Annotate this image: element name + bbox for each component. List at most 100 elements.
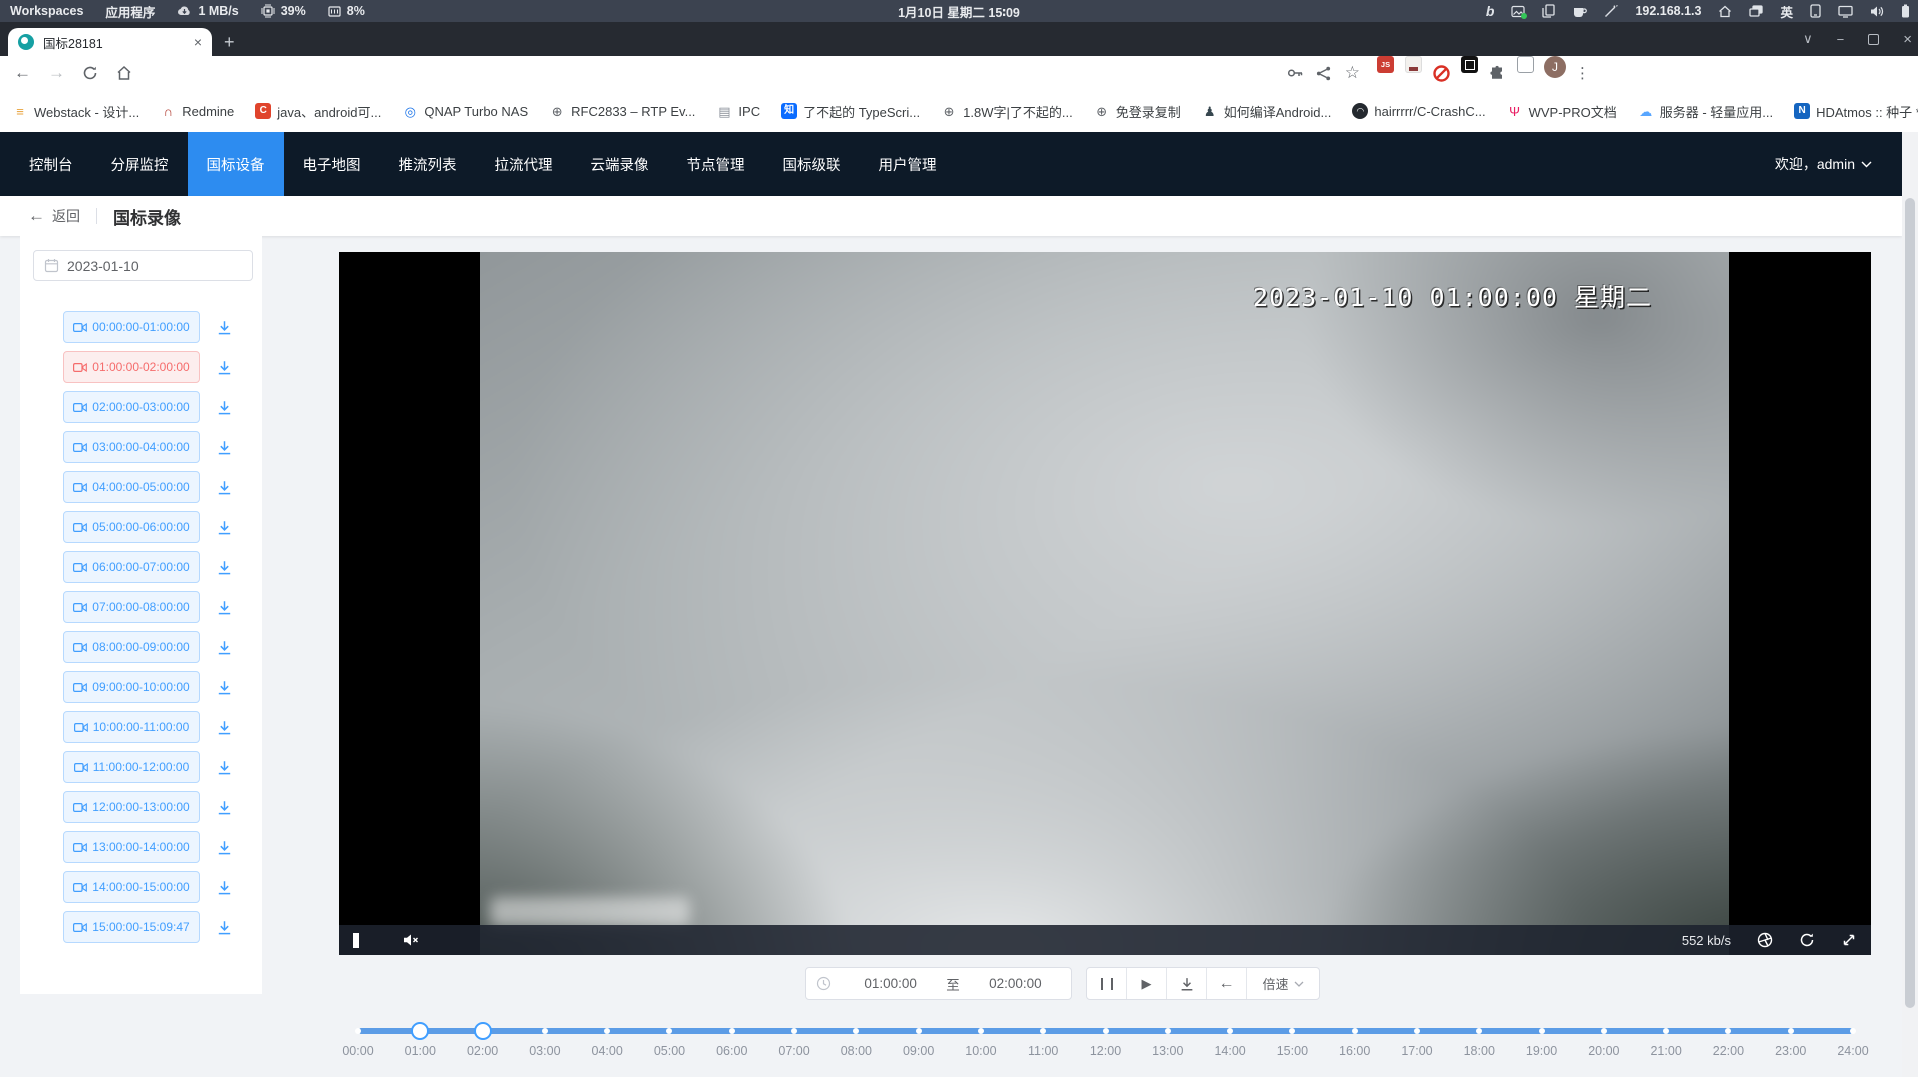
download-recording-button-4[interactable]: [216, 479, 233, 496]
recording-segment-8[interactable]: 08:00:00-09:00:00: [63, 631, 200, 663]
download-recording-button-13[interactable]: [216, 839, 233, 856]
clock[interactable]: 1月10日 星期二 15∶09: [898, 2, 1020, 21]
window-minimize-button[interactable]: −: [1837, 32, 1845, 47]
reload-icon[interactable]: [82, 56, 98, 90]
download-recording-button-3[interactable]: [216, 439, 233, 456]
scrollbar-thumb[interactable]: [1905, 198, 1915, 1008]
download-recording-button-0[interactable]: [216, 319, 233, 336]
recording-segment-13[interactable]: 13:00:00-14:00:00: [63, 831, 200, 863]
recording-segment-4[interactable]: 04:00:00-05:00:00: [63, 471, 200, 503]
bookmark-11[interactable]: ΨWVP-PRO文档: [1507, 102, 1617, 121]
recording-segment-11[interactable]: 11:00:00-12:00:00: [63, 751, 200, 783]
profile-avatar[interactable]: J: [1544, 56, 1566, 78]
back-button[interactable]: ← 返回: [28, 206, 80, 226]
bookmark-7[interactable]: ⊕1.8W字|了不起的...: [941, 102, 1073, 121]
bookmark-10[interactable]: ◠hairrrrr/C-CrashC...: [1352, 103, 1485, 119]
recording-segment-1-active[interactable]: 01:00:00-02:00:00: [63, 351, 200, 383]
snapshot-button[interactable]: [1757, 932, 1773, 948]
nav-tab-0[interactable]: 控制台: [10, 132, 92, 196]
fullscreen-button[interactable]: [1841, 932, 1857, 948]
bookmark-5[interactable]: ▤IPC: [716, 103, 760, 119]
recording-segment-6[interactable]: 06:00:00-07:00:00: [63, 551, 200, 583]
extension-js-icon[interactable]: JS: [1377, 56, 1394, 73]
speed-dropdown[interactable]: 倍速: [1247, 968, 1319, 999]
nav-tab-4[interactable]: 推流列表: [380, 132, 476, 196]
nav-tab-9[interactable]: 用户管理: [860, 132, 956, 196]
browser-menu-icon[interactable]: ⋮: [1575, 56, 1590, 90]
recording-segment-2[interactable]: 02:00:00-03:00:00: [63, 391, 200, 423]
recording-segment-5[interactable]: 05:00:00-06:00:00: [63, 511, 200, 543]
download-recording-button-6[interactable]: [216, 559, 233, 576]
home-button-icon[interactable]: [116, 56, 132, 90]
user-menu[interactable]: 欢迎，admin: [1775, 132, 1872, 196]
extension-blocker-icon[interactable]: [1433, 56, 1450, 90]
player-pause-button[interactable]: [353, 933, 359, 948]
bookmark-0[interactable]: ≡Webstack - 设计...: [12, 102, 139, 121]
download-recording-button-15[interactable]: [216, 919, 233, 936]
date-picker[interactable]: 2023-01-10: [33, 250, 253, 281]
bookmark-star-icon[interactable]: ☆: [1345, 56, 1360, 90]
play-button[interactable]: ▶: [1127, 968, 1167, 999]
nav-tab-2[interactable]: 国标设备: [188, 132, 284, 196]
extension-doc-icon[interactable]: [1405, 56, 1422, 73]
nav-tab-1[interactable]: 分屏监控: [92, 132, 188, 196]
end-time-value[interactable]: 02:00:00: [960, 976, 1071, 991]
share-icon[interactable]: [1315, 56, 1332, 90]
nav-tab-6[interactable]: 云端录像: [572, 132, 668, 196]
extension-frame-icon[interactable]: [1517, 56, 1534, 73]
nav-tab-7[interactable]: 节点管理: [668, 132, 764, 196]
bookmark-13[interactable]: NHDAtmos :: 种子 *...: [1794, 102, 1918, 121]
phone-icon[interactable]: [1810, 4, 1821, 18]
screenshot-icon[interactable]: [1511, 5, 1525, 18]
pause-button[interactable]: [1087, 968, 1127, 999]
forward-icon[interactable]: →: [48, 56, 65, 90]
layers-icon[interactable]: [1749, 5, 1763, 18]
tab-search-chevron-icon[interactable]: ∨: [1803, 31, 1813, 47]
volume-icon[interactable]: [1870, 5, 1884, 18]
download-recording-button-8[interactable]: [216, 639, 233, 656]
applications-button[interactable]: 应用程序: [105, 2, 155, 21]
download-recording-button-5[interactable]: [216, 519, 233, 536]
player-refresh-button[interactable]: [1799, 932, 1815, 948]
recording-segment-0[interactable]: 00:00:00-01:00:00: [63, 311, 200, 343]
recording-segment-10[interactable]: 10:00:00-11:00:00: [63, 711, 200, 743]
recording-segment-3[interactable]: 03:00:00-04:00:00: [63, 431, 200, 463]
bookmark-4[interactable]: ⊕RFC2833 – RTP Ev...: [549, 103, 695, 119]
time-range-input[interactable]: 01:00:00 至 02:00:00: [805, 967, 1072, 1000]
workspaces-button[interactable]: Workspaces: [10, 4, 83, 18]
recording-segment-12[interactable]: 12:00:00-13:00:00: [63, 791, 200, 823]
bing-icon[interactable]: b: [1486, 3, 1495, 19]
download-recording-button-9[interactable]: [216, 679, 233, 696]
recording-segment-15[interactable]: 15:00:00-15:09:47: [63, 911, 200, 943]
bookmark-3[interactable]: ◎QNAP Turbo NAS: [402, 103, 528, 119]
download-recording-button-12[interactable]: [216, 799, 233, 816]
download-recording-button-11[interactable]: [216, 759, 233, 776]
start-time-value[interactable]: 01:00:00: [835, 976, 946, 991]
player-mute-button[interactable]: [403, 933, 421, 947]
coffee-icon[interactable]: [1572, 5, 1587, 18]
download-button[interactable]: [1167, 968, 1207, 999]
extensions-puzzle-icon[interactable]: [1489, 56, 1506, 90]
bookmark-8[interactable]: ⊕免登录复制: [1094, 102, 1181, 121]
tab-close-button[interactable]: ×: [194, 35, 202, 49]
nav-tab-3[interactable]: 电子地图: [284, 132, 380, 196]
bookmark-1[interactable]: ∩Redmine: [160, 103, 234, 119]
pen-icon[interactable]: [1604, 4, 1618, 18]
back-icon[interactable]: ←: [14, 56, 31, 90]
bookmark-9[interactable]: ♟如何编译Android...: [1202, 102, 1332, 121]
extension-dark-icon[interactable]: [1461, 56, 1478, 73]
password-key-icon[interactable]: [1286, 56, 1304, 90]
seek-back-button[interactable]: ←: [1207, 968, 1247, 999]
download-recording-button-14[interactable]: [216, 879, 233, 896]
video-player[interactable]: 2023-01-10 01:00:00 星期二 552 kb/s: [339, 252, 1871, 955]
browser-tab[interactable]: 国标28181 ×: [8, 28, 212, 56]
nav-tab-8[interactable]: 国标级联: [764, 132, 860, 196]
keyboard-language-indicator[interactable]: 英: [1780, 2, 1793, 21]
nav-tab-5[interactable]: 拉流代理: [476, 132, 572, 196]
ip-address[interactable]: 192.168.1.3: [1635, 4, 1701, 18]
battery-icon[interactable]: [1901, 4, 1910, 18]
download-recording-button-2[interactable]: [216, 399, 233, 416]
bookmark-12[interactable]: ☁服务器 - 轻量应用...: [1638, 102, 1773, 121]
new-tab-button[interactable]: +: [224, 30, 235, 54]
clipboard-icon[interactable]: [1542, 4, 1555, 18]
